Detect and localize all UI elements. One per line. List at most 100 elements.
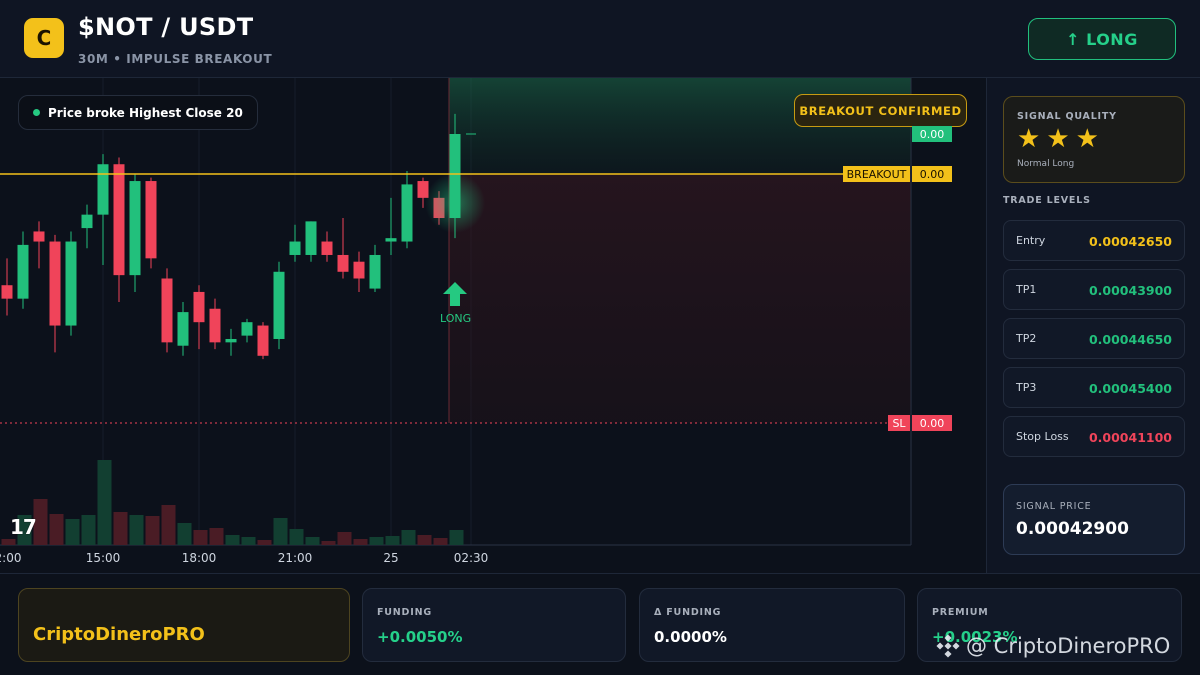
quality-title: SIGNAL QUALITY bbox=[1017, 111, 1117, 122]
candle-body bbox=[97, 164, 109, 215]
candle-body bbox=[33, 231, 45, 242]
volume-bar bbox=[401, 530, 416, 545]
candle-body bbox=[193, 291, 205, 323]
arrow-up-icon: ↑ bbox=[1066, 29, 1081, 49]
level-value: 0.00044650 bbox=[1088, 332, 1172, 347]
signal-glow bbox=[425, 173, 485, 233]
volume-bar bbox=[241, 537, 256, 545]
candle-body bbox=[385, 238, 397, 242]
candle bbox=[241, 318, 253, 343]
volume-bar bbox=[49, 514, 64, 545]
candle-body bbox=[289, 241, 301, 255]
level-name: TP2 bbox=[1016, 332, 1037, 345]
volume-bar bbox=[337, 532, 352, 545]
candle-body bbox=[17, 244, 29, 299]
candle-body bbox=[49, 241, 61, 326]
level-value: 0.00045400 bbox=[1088, 381, 1172, 396]
brand-name: CriptoDineroPRO bbox=[33, 624, 205, 645]
candle-body bbox=[145, 181, 157, 259]
tooltip-text: Price broke Highest Close 20 bbox=[48, 105, 243, 120]
volume-bar bbox=[321, 541, 336, 545]
signal-price-title: SIGNAL PRICE bbox=[1016, 501, 1092, 512]
header-bar: C $NOT / USDT 30M • IMPULSE BREAKOUT ↑ L… bbox=[0, 0, 1200, 78]
candle-body bbox=[273, 271, 285, 339]
volume-bar bbox=[449, 530, 464, 545]
stat-value: +0.0050% bbox=[377, 628, 463, 646]
level-row-tp3: TP3 0.00045400 bbox=[1003, 367, 1185, 408]
candle-body bbox=[65, 241, 77, 326]
stat-title: PREMIUM bbox=[932, 607, 989, 618]
x-label-4: 25 bbox=[383, 551, 399, 565]
candle-body bbox=[225, 338, 237, 343]
candle bbox=[193, 285, 205, 350]
stat-title: Δ FUNDING bbox=[654, 607, 722, 618]
volume-bar bbox=[145, 516, 160, 545]
trade-levels-title: TRADE LEVELS bbox=[1003, 195, 1091, 206]
candle bbox=[305, 221, 317, 262]
watermark-text: @ CriptoDineroPRO bbox=[966, 634, 1171, 658]
candle bbox=[369, 244, 381, 292]
volume-bar bbox=[225, 535, 240, 545]
candle-body bbox=[113, 164, 125, 276]
volume-bar bbox=[385, 536, 400, 545]
signal-quality-card: SIGNAL QUALITY ★ ★ ★ Normal Long bbox=[1003, 96, 1185, 183]
candle-body bbox=[161, 278, 173, 343]
volume-bar bbox=[1, 539, 16, 545]
binance-icon bbox=[936, 634, 960, 658]
volume-bar bbox=[273, 518, 288, 545]
candle bbox=[337, 218, 349, 279]
volume-bar bbox=[97, 460, 112, 545]
level-value: 0.00043900 bbox=[1088, 283, 1172, 298]
price-chart[interactable]: Price broke Highest Close 20 BREAKOUT CO… bbox=[0, 78, 986, 573]
tooltip-dot-icon bbox=[33, 109, 40, 116]
candle-body bbox=[337, 254, 349, 272]
candle-body bbox=[209, 308, 221, 343]
chart-canvas[interactable] bbox=[0, 78, 986, 573]
volume-bar bbox=[113, 512, 128, 545]
signal-price-value: 0.00042900 bbox=[1016, 519, 1129, 539]
breakout-confirmed-badge: BREAKOUT CONFIRMED bbox=[794, 94, 967, 127]
candle bbox=[385, 197, 397, 255]
x-label-0: 2:00 bbox=[0, 551, 22, 565]
candle bbox=[97, 154, 109, 266]
star-icon: ★ bbox=[1017, 124, 1041, 154]
volume-bar bbox=[161, 505, 176, 545]
candle bbox=[257, 322, 269, 360]
level-row-stop-loss: Stop Loss 0.00041100 bbox=[1003, 416, 1185, 457]
candle-body bbox=[321, 241, 333, 255]
logo-letter: C bbox=[36, 26, 52, 50]
stat-title: FUNDING bbox=[377, 607, 432, 618]
candle bbox=[273, 261, 285, 350]
level-name: TP3 bbox=[1016, 381, 1037, 394]
quality-stars: ★ ★ ★ bbox=[1017, 124, 1099, 154]
volume-bar bbox=[289, 529, 304, 545]
candle bbox=[145, 177, 157, 269]
volume-bar bbox=[177, 523, 192, 545]
level-name: Entry bbox=[1016, 234, 1046, 247]
footer-bar: CriptoDineroPRO FUNDING +0.0050% Δ FUNDI… bbox=[0, 573, 1200, 675]
volume-bar bbox=[193, 530, 208, 545]
level-value: 0.00042650 bbox=[1088, 234, 1172, 249]
candle bbox=[113, 157, 125, 303]
sl-tag: SL bbox=[888, 415, 910, 431]
volume-bar bbox=[417, 535, 432, 545]
quality-subtitle: Normal Long bbox=[1017, 159, 1075, 169]
candle bbox=[289, 224, 301, 262]
candle-body bbox=[241, 322, 253, 336]
x-label-3: 21:00 bbox=[277, 551, 313, 565]
volume-bar bbox=[369, 537, 384, 545]
long-button[interactable]: ↑ LONG bbox=[1028, 18, 1176, 60]
candle bbox=[1, 258, 13, 316]
level-name: Stop Loss bbox=[1016, 430, 1069, 443]
app-logo: C bbox=[24, 18, 64, 58]
signal-tooltip: Price broke Highest Close 20 bbox=[18, 95, 258, 130]
tradingview-logo[interactable]: 17 bbox=[10, 515, 37, 539]
candle bbox=[65, 231, 77, 336]
x-label-2: 18:00 bbox=[181, 551, 217, 565]
volume-bar bbox=[305, 537, 320, 545]
level-row-tp1: TP1 0.00043900 bbox=[1003, 269, 1185, 310]
candle bbox=[177, 302, 189, 356]
long-button-label: LONG bbox=[1086, 29, 1138, 49]
candle-body bbox=[257, 325, 269, 356]
signal-price-card: SIGNAL PRICE 0.00042900 bbox=[1003, 484, 1185, 555]
